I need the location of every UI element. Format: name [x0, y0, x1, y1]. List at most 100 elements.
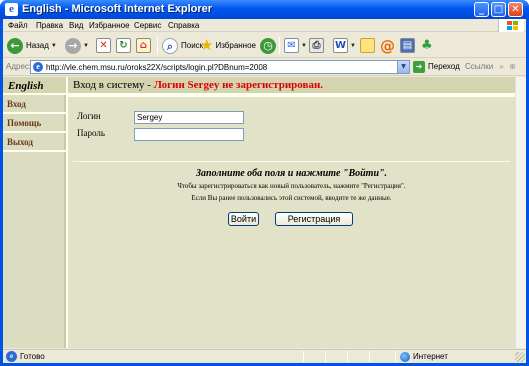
toolbar-separator — [157, 37, 158, 54]
divider — [73, 161, 510, 162]
back-button[interactable]: ← Назад ▼ — [7, 36, 57, 55]
login-label: Логин — [77, 111, 101, 121]
status-separator — [347, 351, 348, 362]
messenger-at-button[interactable]: @ — [380, 36, 395, 55]
favorites-label: Избранное — [215, 40, 256, 50]
history-icon: ◷ — [260, 37, 276, 54]
page-header: Вход в систему - Логин Sergey не зарегис… — [68, 77, 515, 95]
toolbar-separator — [279, 37, 280, 54]
mail-button[interactable]: ✉ ▼ — [284, 36, 307, 55]
sidebar-header: English — [3, 77, 66, 95]
home-icon: ⌂ — [136, 38, 151, 53]
back-label: Назад — [26, 40, 49, 50]
login-button[interactable]: Войти — [228, 212, 259, 226]
printer-icon: ⎙ — [309, 38, 324, 53]
refresh-icon: ↻ — [116, 38, 131, 53]
chevron-down-icon: ▼ — [350, 42, 356, 49]
sidebar-item-login[interactable]: Вход — [3, 97, 66, 114]
search-icon: ⌕ — [162, 37, 178, 54]
password-label: Пароль — [77, 128, 105, 138]
word-edit-icon: W — [333, 38, 348, 53]
menu-edit[interactable]: Правка — [36, 20, 63, 31]
note-icon — [360, 38, 375, 53]
status-separator — [325, 351, 326, 362]
chevron-down-icon: ▼ — [301, 42, 307, 49]
sidebar-title: English — [8, 80, 44, 92]
resize-grip[interactable] — [515, 352, 525, 362]
login-input[interactable] — [134, 111, 244, 124]
window-client: Файл Правка Вид Избранное Сервис Справка… — [3, 19, 526, 363]
address-bar: Адрес: e http://vle.chem.msu.ru/oroks22X… — [3, 59, 526, 76]
instructions-heading: Заполните оба поля и нажмите "Войти". — [195, 168, 388, 179]
links-label: Ссылки — [465, 62, 494, 71]
internet-zone-icon — [400, 352, 410, 362]
windows-flag-icon — [498, 19, 524, 32]
print-button[interactable]: ⎙ — [309, 36, 324, 55]
chevron-down-icon: ▼ — [50, 42, 57, 49]
go-button[interactable]: ➔ Переход — [413, 60, 460, 74]
menu-tools[interactable]: Сервис — [134, 20, 161, 31]
stop-button[interactable]: ✕ — [96, 36, 111, 55]
edit-button[interactable]: W ▼ — [333, 36, 356, 55]
links-chevron-icon: » — [499, 62, 504, 71]
forward-arrow-icon: → — [65, 37, 81, 54]
menu-help[interactable]: Справка — [168, 20, 199, 31]
forward-button[interactable]: → ▼ — [65, 36, 89, 55]
sidebar-item-help[interactable]: Помощь — [3, 116, 66, 133]
menu-bar: Файл Правка Вид Избранное Сервис Справка — [3, 19, 526, 32]
page-viewport: English Вход Помощь Выход Вход в систему… — [3, 77, 515, 348]
go-label: Переход — [428, 62, 460, 71]
page-done-icon: e — [6, 351, 17, 362]
menu-file[interactable]: Файл — [8, 20, 28, 31]
address-url[interactable]: http://vle.chem.msu.ru/oroks22X/scripts/… — [46, 62, 267, 73]
links-toolbar[interactable]: Ссылки » ⊕ — [465, 62, 516, 72]
star-icon: ★ — [200, 36, 214, 54]
stop-icon: ✕ — [96, 38, 111, 53]
sidebar-item-logout[interactable]: Выход — [3, 135, 66, 152]
password-input[interactable] — [134, 128, 244, 141]
security-zone-label: Интернет — [413, 352, 448, 361]
error-message: Логин Sergey не зарегистрирован. — [153, 79, 324, 91]
messenger-button[interactable]: ♣ — [421, 36, 433, 55]
page-icon: e — [33, 62, 43, 72]
status-separator — [303, 351, 304, 362]
book-icon: ▤ — [400, 38, 415, 53]
history-button[interactable]: ◷ — [260, 36, 276, 55]
login-form: Логин Пароль Заполните оба поля и нажмит… — [68, 97, 515, 348]
register-button[interactable]: Регистрация — [275, 212, 353, 226]
sidebar: English Вход Помощь Выход — [3, 77, 66, 348]
favorites-button[interactable]: ★ Избранное — [200, 36, 256, 55]
ie-logo-icon: e — [5, 3, 18, 16]
refresh-button[interactable]: ↻ — [116, 36, 131, 55]
research-button[interactable]: ▤ — [400, 36, 415, 55]
instructions-returning: Если Вы ранее пользовались этой системой… — [191, 194, 392, 202]
menu-view[interactable]: Вид — [69, 20, 83, 31]
search-button[interactable]: ⌕ Поиск — [162, 36, 203, 55]
messenger-people-icon: ♣ — [421, 37, 433, 53]
address-label: Адрес: — [6, 62, 32, 71]
browser-window: e English - Microsoft Internet Explorer … — [0, 0, 529, 366]
minimize-button[interactable]: _ — [474, 2, 489, 17]
page-title: Вход в систему - Логин Sergey не зарегис… — [73, 79, 323, 92]
instructions-register: Чтобы зарегистрироваться как новый польз… — [177, 182, 406, 190]
back-arrow-icon: ← — [7, 37, 23, 54]
standard-toolbar: ← Назад ▼ → ▼ ✕ ↻ ⌂ ⌕ Поиск ★ Избранное … — [3, 33, 526, 58]
mail-icon: ✉ — [284, 38, 299, 53]
title-bar: e English - Microsoft Internet Explorer … — [0, 0, 529, 19]
menu-favorites[interactable]: Избранное — [89, 20, 130, 31]
maximize-button[interactable]: □ — [491, 2, 506, 17]
vertical-scrollbar[interactable] — [515, 77, 526, 348]
address-input[interactable]: e http://vle.chem.msu.ru/oroks22X/script… — [30, 60, 410, 74]
status-separator — [369, 351, 370, 362]
home-button[interactable]: ⌂ — [136, 36, 151, 55]
page-title-prefix: Вход в систему - — [73, 79, 154, 91]
chevron-down-icon: ▼ — [83, 42, 89, 49]
extra-toolbar-icon: ⊕ — [509, 62, 516, 71]
at-sign-icon: @ — [380, 36, 395, 55]
discuss-button[interactable] — [360, 36, 375, 55]
status-bar: e Готово Интернет — [3, 349, 526, 363]
close-button[interactable]: ✕ — [508, 2, 523, 17]
address-dropdown-button[interactable]: ▼ — [397, 61, 409, 73]
status-separator — [395, 351, 396, 362]
window-title: English - Microsoft Internet Explorer — [22, 3, 213, 15]
